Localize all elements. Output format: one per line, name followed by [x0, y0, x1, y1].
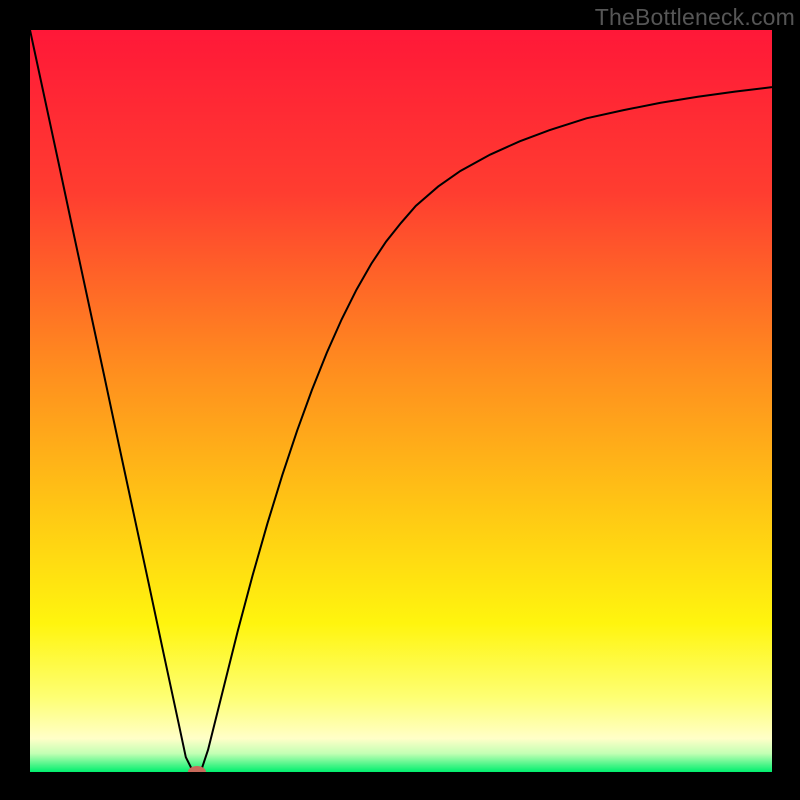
- chart-root: { "watermark": "TheBottleneck.com", "col…: [0, 0, 800, 800]
- watermark-label: TheBottleneck.com: [595, 4, 795, 31]
- bottleneck-curve: [30, 30, 772, 772]
- plot-area: [30, 30, 772, 772]
